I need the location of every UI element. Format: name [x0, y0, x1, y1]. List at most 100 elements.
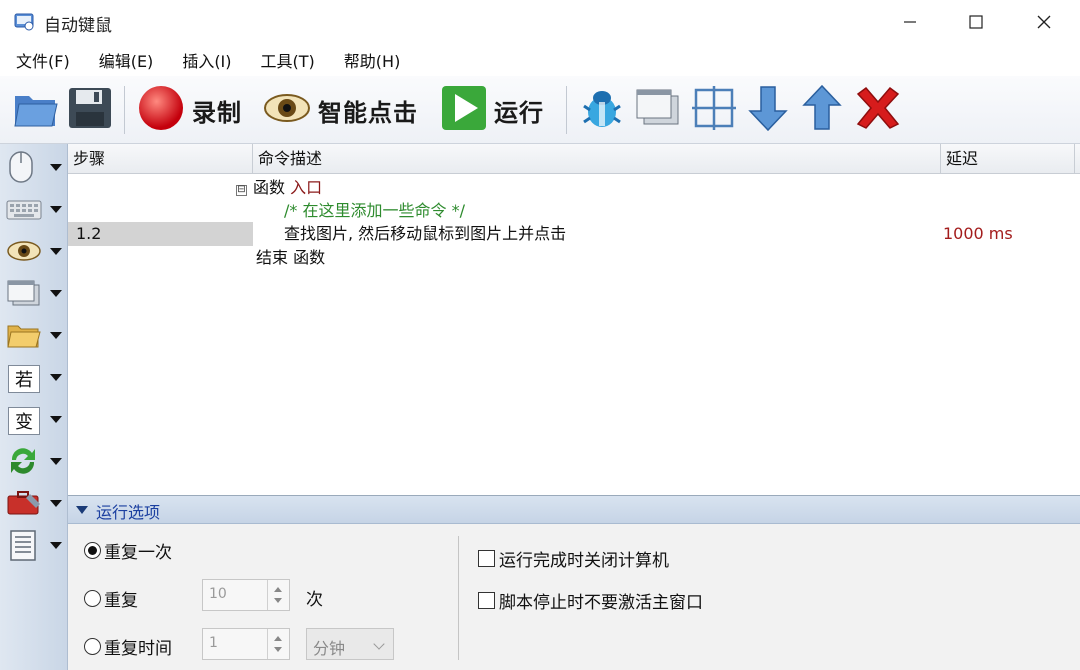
chevron-down-icon [50, 500, 62, 507]
arrow-up-icon [800, 84, 844, 137]
open-button[interactable] [12, 82, 60, 138]
repeat-unit-label: 次 [306, 590, 323, 610]
misc-commands-button[interactable] [6, 486, 64, 524]
chevron-down-icon [50, 164, 62, 171]
record-button[interactable]: 录制 [136, 82, 242, 138]
folder-open-icon [12, 84, 60, 137]
move-up-button[interactable] [800, 82, 844, 138]
window-commands-button[interactable] [6, 276, 64, 314]
window-button[interactable] [634, 82, 682, 138]
save-button[interactable] [66, 82, 114, 138]
list-commands-button[interactable] [6, 528, 64, 566]
command-row[interactable]: 查找图片, 然后移动鼠标到图片上并点击 [284, 222, 566, 246]
no-activate-label: 脚本停止时不要激活主窗口 [499, 593, 703, 613]
function-name: 入口 [290, 178, 323, 197]
refresh-icon [6, 444, 40, 483]
chevron-down-icon [76, 506, 88, 514]
eye-icon [6, 238, 42, 269]
repeat-time-radio[interactable]: 重复时间 [84, 634, 172, 659]
time-unit-value: 分钟 [313, 639, 346, 658]
column-delay[interactable]: 延迟 [941, 144, 1075, 174]
run-options-header[interactable]: 运行选项 [68, 496, 1080, 524]
shutdown-checkbox[interactable]: 运行完成时关闭计算机 [478, 546, 669, 571]
chevron-down-icon [50, 542, 62, 549]
comment-row[interactable]: /* 在这里添加一些命令 */ [284, 199, 465, 223]
eye-icon [262, 83, 312, 138]
image-commands-button[interactable] [6, 234, 64, 272]
chevron-down-icon [50, 206, 62, 213]
grid-header: 步骤 命令描述 延迟 [68, 144, 1080, 174]
mouse-icon [6, 150, 36, 189]
radio-unselected [84, 638, 101, 655]
smart-click-button[interactable]: 智能点击 [262, 82, 418, 138]
close-button[interactable] [1010, 0, 1078, 44]
repeat-count-stepper[interactable]: 10 [202, 579, 290, 611]
run-label: 运行 [494, 98, 544, 127]
repeat-time-stepper[interactable]: 1 [202, 628, 290, 660]
checkbox-unchecked [478, 550, 495, 567]
delay-cell[interactable]: 1000 ms [943, 222, 1013, 246]
shutdown-label: 运行完成时关闭计算机 [499, 551, 669, 571]
function-start-row[interactable]: ⊟ 函数 入口 [236, 176, 322, 200]
app-icon [14, 12, 36, 32]
menu-file[interactable]: 文件(F) [0, 48, 70, 72]
column-description[interactable]: 命令描述 [253, 144, 941, 174]
if-commands-button[interactable]: 若 [6, 360, 64, 398]
chevron-down-icon [50, 248, 62, 255]
window-icon [634, 84, 682, 137]
variable-glyph: 变 [8, 407, 40, 435]
repeat-count-value: 10 [209, 586, 227, 602]
script-grid: 步骤 命令描述 延迟 ⊟ 函数 入口 /* 在这里添加一些命令 */ 1.2 查找… [68, 144, 1080, 496]
delete-button[interactable] [852, 82, 904, 138]
step-number-cell[interactable]: 1.2 [68, 222, 253, 246]
region-button[interactable] [690, 82, 738, 138]
minimize-button[interactable] [876, 0, 944, 44]
toolbar-separator [566, 86, 567, 134]
keyboard-icon [6, 195, 42, 228]
chevron-down-icon [50, 290, 62, 297]
window-icon [6, 278, 42, 313]
chevron-down-icon [50, 416, 62, 423]
radio-selected [84, 542, 101, 559]
checkbox-unchecked [478, 592, 495, 609]
floppy-disk-icon [66, 84, 114, 137]
title-bar: 自动键鼠 [0, 0, 1080, 44]
maximize-button[interactable] [942, 0, 1010, 44]
menu-bar: 文件(F) 编辑(E) 插入(I) 工具(T) 帮助(H) [0, 44, 1080, 76]
repeat-time-label: 重复时间 [104, 639, 172, 659]
command-palette: 若 变 [0, 144, 68, 670]
stepper-buttons[interactable] [267, 629, 289, 659]
debug-button[interactable] [578, 82, 626, 138]
repeat-once-label: 重复一次 [104, 543, 172, 563]
keyboard-commands-button[interactable] [6, 192, 64, 230]
chevron-down-icon [50, 374, 62, 381]
file-commands-button[interactable] [6, 318, 64, 356]
menu-help[interactable]: 帮助(H) [328, 48, 401, 72]
menu-tools[interactable]: 工具(T) [245, 48, 315, 72]
record-icon [136, 83, 186, 138]
chevron-down-icon [373, 638, 385, 650]
run-options-panel: 重复一次 重复 10 次 重复时间 1 分钟 运行完成时关闭计算机 脚本停止时不… [68, 524, 1080, 670]
repeat-radio[interactable]: 重复 [84, 586, 138, 611]
no-activate-checkbox[interactable]: 脚本停止时不要激活主窗口 [478, 588, 703, 613]
mouse-commands-button[interactable] [6, 150, 64, 188]
stepper-buttons[interactable] [267, 580, 289, 610]
arrow-down-icon [746, 84, 790, 137]
time-unit-select[interactable]: 分钟 [306, 628, 394, 660]
function-end-row[interactable]: 结束 函数 [256, 246, 325, 270]
collapse-toggle[interactable]: ⊟ [236, 185, 247, 196]
document-list-icon [6, 528, 40, 567]
menu-insert[interactable]: 插入(I) [166, 48, 231, 72]
run-button[interactable]: 运行 [440, 82, 544, 138]
folder-icon [6, 320, 42, 355]
variable-commands-button[interactable]: 变 [6, 402, 64, 440]
menu-edit[interactable]: 编辑(E) [83, 48, 154, 72]
loop-commands-button[interactable] [6, 444, 64, 482]
smart-click-label: 智能点击 [318, 98, 418, 127]
chevron-down-icon [50, 458, 62, 465]
move-down-button[interactable] [746, 82, 790, 138]
if-glyph: 若 [8, 365, 40, 393]
repeat-once-radio[interactable]: 重复一次 [84, 538, 172, 563]
column-step[interactable]: 步骤 [68, 144, 253, 174]
play-icon [440, 84, 488, 137]
